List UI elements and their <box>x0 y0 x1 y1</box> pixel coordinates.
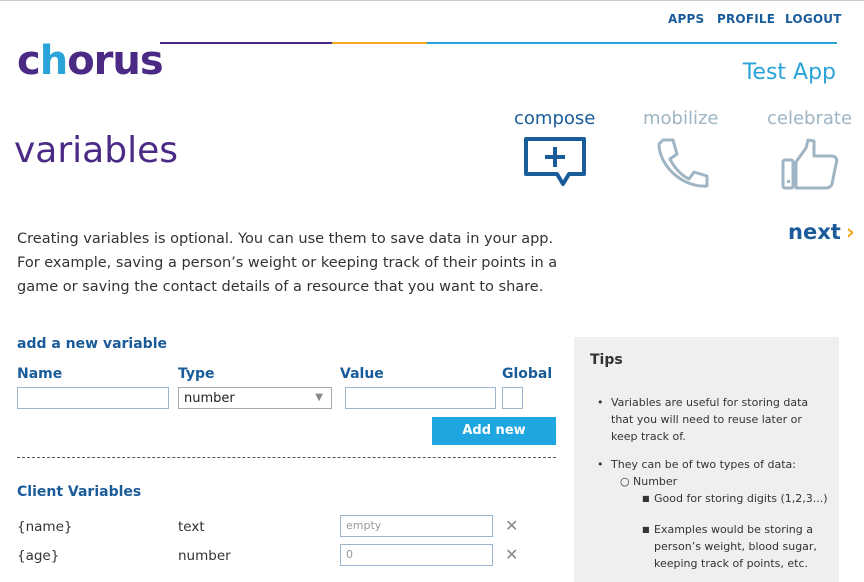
variable-name: {age} <box>17 548 60 564</box>
value-input[interactable] <box>345 387 496 409</box>
header-stripe-blue <box>427 42 837 44</box>
tip-subsubitem: Good for storing digits (1,2,3...) <box>654 492 828 505</box>
bullet-dot: • <box>597 396 604 409</box>
client-variables-heading: Client Variables <box>17 484 142 500</box>
step-compose-label[interactable]: compose <box>514 108 595 129</box>
logo-text-h: h <box>39 38 69 84</box>
step-celebrate-label[interactable]: celebrate <box>767 108 852 129</box>
tip-item: Variables are useful for storing data th… <box>611 396 809 443</box>
bullet-dot: • <box>597 458 604 471</box>
nav-apps-link[interactable]: APPS <box>668 12 704 26</box>
variable-name: {name} <box>17 519 73 535</box>
global-label: Global <box>502 366 553 382</box>
compose-icon[interactable] <box>523 136 587 190</box>
chevron-down-icon: ▼ <box>315 392 323 403</box>
type-label: Type <box>178 366 215 382</box>
nav-profile-link[interactable]: PROFILE <box>717 12 775 26</box>
variable-value-field[interactable]: 0 <box>340 544 493 566</box>
type-select[interactable]: number ▼ <box>178 387 332 409</box>
step-mobilize-label[interactable]: mobilize <box>643 108 719 129</box>
page-title: variables <box>14 130 178 171</box>
tips-heading: Tips <box>590 352 623 368</box>
logo-text-c: c <box>17 38 41 84</box>
bullet-square: ■ <box>642 494 650 503</box>
variable-type: text <box>178 519 205 535</box>
app-name: Test App <box>742 60 836 85</box>
phone-icon[interactable] <box>653 136 711 192</box>
variable-value-field[interactable]: empty <box>340 515 493 537</box>
variable-value: 0 <box>346 548 353 561</box>
add-variable-button[interactable]: Add new variable <box>432 417 556 466</box>
global-checkbox[interactable] <box>502 387 523 409</box>
bullet-square: ■ <box>642 525 650 534</box>
add-variable-heading: add a new variable <box>17 336 167 352</box>
header-stripe-purple <box>160 42 332 44</box>
value-label: Value <box>340 366 384 382</box>
nav-logout-link[interactable]: LOGOUT <box>785 12 842 26</box>
name-label: Name <box>17 366 63 382</box>
logo-text-orus: orus <box>67 38 163 84</box>
intro-text: Creating variables is optional. You can … <box>17 231 558 295</box>
header-stripe-orange <box>332 42 427 44</box>
top-border <box>0 0 864 1</box>
section-divider <box>17 457 556 458</box>
variable-value: empty <box>346 519 382 532</box>
chorus-logo[interactable]: chorus <box>17 38 164 84</box>
variable-type: number <box>178 548 231 564</box>
name-input[interactable] <box>17 387 169 409</box>
chevron-right-icon[interactable]: › <box>846 220 855 244</box>
tips-panel: Tips • Variables are useful for storing … <box>574 337 839 582</box>
type-select-value: number <box>184 391 235 406</box>
tip-subsubitem: Examples would be storing a person’s wei… <box>654 523 817 570</box>
delete-icon[interactable]: ✕ <box>505 545 518 564</box>
tip-item: They can be of two types of data: <box>611 458 796 471</box>
delete-icon[interactable]: ✕ <box>505 516 518 535</box>
tip-subitem: Number <box>633 475 678 488</box>
bullet-circle: ○ <box>620 475 630 488</box>
thumbs-up-icon[interactable] <box>780 138 840 192</box>
next-link[interactable]: next <box>788 220 841 244</box>
